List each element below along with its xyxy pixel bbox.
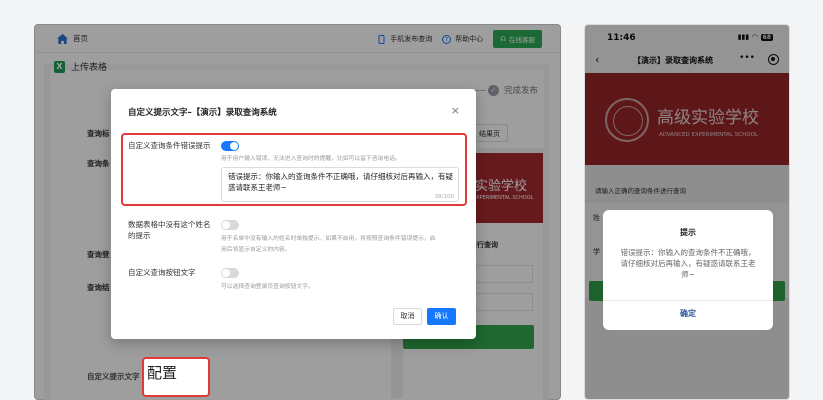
char-count: 38/100	[434, 194, 454, 200]
error-dialog-message: 错误提示：你输入的查询条件不正确哦，请仔细核对后再输入，有疑惑请联系王老师~	[620, 248, 756, 279]
query-button-text-label: 自定义查询按钮文字	[128, 268, 196, 277]
error-tip-textarea[interactable]: 错误提示：你输入的查询条件不正确哦，请仔细核对后再输入，有疑惑请联系王老师~ 3…	[221, 167, 459, 202]
error-dialog: 提示 错误提示：你输入的查询条件不正确哦，请仔细核对后再输入，有疑惑请联系王老师…	[603, 210, 773, 330]
query-button-text-toggle[interactable]	[221, 268, 239, 278]
query-button-text-hint: 可以选择查询登录页查询按钮文字。	[221, 284, 314, 290]
toggle-knob	[222, 269, 230, 277]
custom-text-label: 自定义提示文字	[87, 372, 140, 381]
custom-text-dialog: 自定义提示文字–【演示】录取查询系统 × 自定义查询条件错误提示 用于用户输入错…	[111, 89, 476, 339]
no-name-tip-hint-2: 用后将显示自定义的内容。	[221, 247, 291, 253]
error-dialog-title: 提示	[680, 228, 696, 237]
dialog-divider	[603, 300, 773, 301]
no-name-tip-toggle[interactable]	[221, 220, 239, 230]
cancel-button[interactable]: 取消	[393, 308, 422, 325]
toggle-knob	[222, 221, 230, 229]
no-name-tip-label: 数据表格中没有这个姓名的提示	[128, 220, 211, 240]
dialog-ok-button[interactable]: 确定	[603, 308, 773, 319]
no-name-tip-hint-1: 用于名单中没有输入的姓名时单独提示。如果不启用，将按照查询条件错误提示，启	[221, 236, 436, 242]
config-button[interactable]: 配置	[147, 362, 177, 383]
close-icon[interactable]: ×	[451, 104, 460, 117]
error-tip-label: 自定义查询条件错误提示	[128, 141, 211, 150]
toggle-knob	[230, 142, 238, 150]
phone-preview: 11:46 ▮▮▮ ◠ 68 ‹ 【演示】录取查询系统 ••• 高级实验学校 A…	[584, 24, 790, 400]
dialog-title: 自定义提示文字–【演示】录取查询系统	[128, 108, 277, 118]
error-tip-hint: 用于用户输入错误、无法进入查询时的提醒，比如可以留下咨询电话。	[221, 156, 401, 162]
error-tip-toggle[interactable]	[221, 141, 239, 151]
confirm-button[interactable]: 确认	[427, 308, 456, 325]
error-tip-text: 错误提示：你输入的查询条件不正确哦，请仔细核对后再输入，有疑惑请联系王老师~	[228, 172, 453, 192]
